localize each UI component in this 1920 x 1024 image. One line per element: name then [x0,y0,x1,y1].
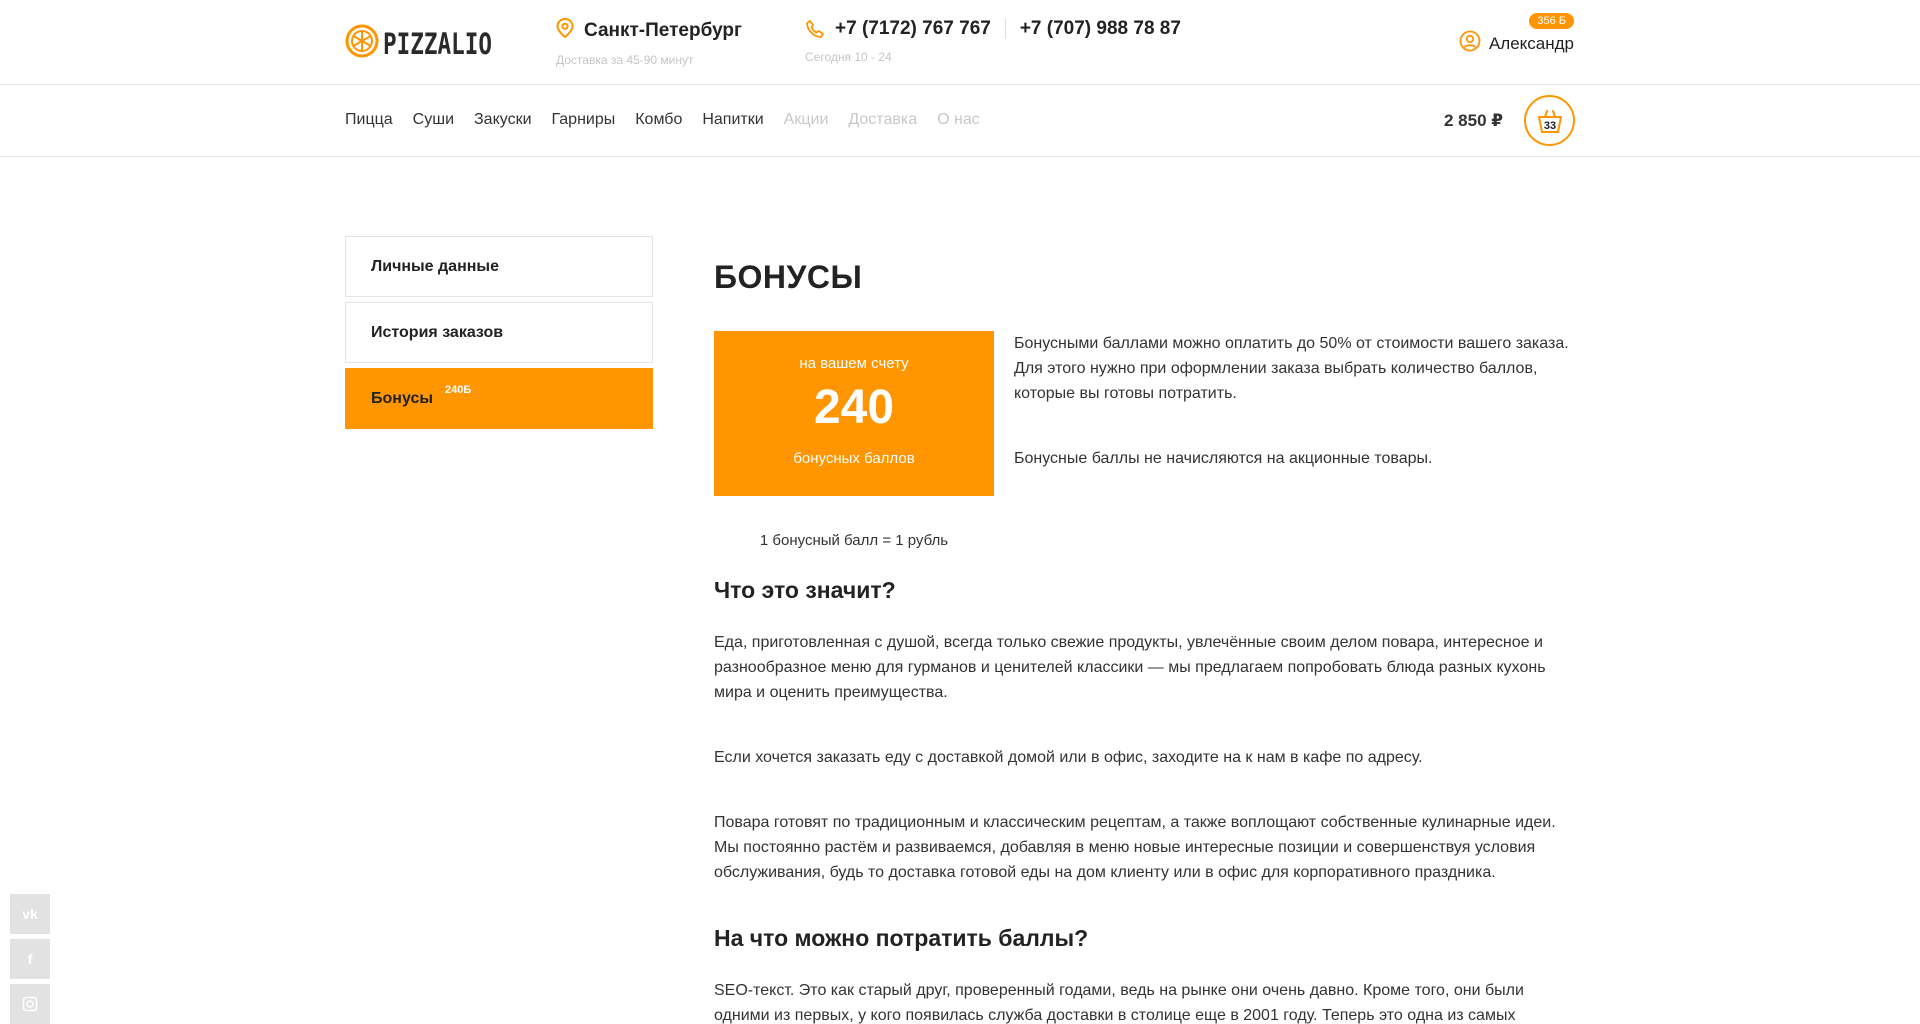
nav-item-pizza[interactable]: Пицца [345,111,393,129]
nav-menu: Пицца Суши Закуски Гарниры Комбо Напитки… [345,111,1000,129]
main-navigation: Пицца Суши Закуски Гарниры Комбо Напитки… [0,85,1920,157]
phones: +7 (7172) 767 767 +7 (707) 988 78 87 Сег… [805,18,1181,64]
user-icon [1459,30,1481,57]
basket-icon: 33 [1537,109,1562,133]
account-sidebar: Личные данные История заказов Бонусы 240… [345,236,653,434]
vk-icon-label: vk [22,906,38,922]
bonus-balance-card: на вашем счету 240 бонусных баллов [714,331,994,496]
sidebar-item-order-history[interactable]: История заказов [345,302,653,363]
page-title: БОНУСЫ [714,259,863,295]
user-points-badge: 356 Б [1529,13,1574,29]
paragraph: Повара готовят по традиционным и классич… [714,814,1556,881]
logo[interactable]: PIZZALIO [345,24,523,63]
paragraph: Если хочется заказать еду с доставкой до… [714,749,1423,766]
bonus-info: Бонусными баллами можно оплатить до 50% … [1014,331,1574,511]
nav-item-sushi[interactable]: Суши [413,111,454,129]
nav-item-sides[interactable]: Гарниры [552,111,616,129]
nav-item-about[interactable]: О нас [937,111,980,129]
logo-text: PIZZALIO [383,26,492,61]
bonus-exchange-rate: 1 бонусный балл = 1 рубль [759,532,949,549]
vk-icon[interactable]: vk [10,894,50,934]
cart-count: 33 [1543,120,1555,132]
facebook-icon[interactable]: f [10,939,50,979]
nav-item-promotions[interactable]: Акции [784,111,829,129]
nav-item-combo[interactable]: Комбо [635,111,682,129]
bonus-info-note: Бонусные баллы не начисляются на акционн… [1014,450,1433,467]
section-heading: На что можно потратить баллы? [714,925,1089,951]
city-selector[interactable]: Санкт-Петербург Доставка за 45-90 минут [556,17,742,67]
header-top: PIZZALIO Санкт-Петербург Доставка за 45-… [0,0,1920,85]
social-links: vk f [10,894,50,1024]
instagram-icon[interactable] [10,984,50,1024]
sidebar-item-personal-data[interactable]: Личные данные [345,236,653,297]
working-hours: Сегодня 10 - 24 [805,50,892,64]
bonus-balance-value: 240 [813,381,895,434]
sidebar-item-label: История заказов [371,323,504,341]
cart-button[interactable]: 33 [1524,95,1575,146]
sidebar-item-label: Бонусы [371,389,433,407]
pizza-logo-icon [345,24,379,63]
delivery-note: Доставка за 45-90 минут [556,53,694,67]
user-menu[interactable]: Александр [1459,30,1574,57]
sidebar-item-label: Личные данные [371,257,499,275]
phone-1[interactable]: +7 (7172) 767 767 [835,18,991,40]
paragraph: Еда, приготовленная с душой, всегда толь… [714,634,1546,701]
bonus-balance-unit: бонусных баллов [793,450,915,467]
main-content: БОНУСЫ на вашем счету 240 бонусных балло… [714,236,1574,1024]
bonus-info-text: Бонусными баллами можно оплатить до 50% … [1014,335,1569,402]
phone-divider [1004,19,1006,39]
facebook-icon-label: f [27,951,33,967]
bonus-summary: на вашем счету 240 бонусных баллов Бонус… [714,331,1574,511]
bonus-balance-caption: на вашем счету [799,355,909,372]
section-heading: Что это значит? [714,577,896,603]
sidebar-item-bonuses[interactable]: Бонусы 240Б [345,368,653,429]
nav-item-delivery[interactable]: Доставка [848,111,917,129]
seo-paragraph: SEO-текст. Это как старый друг, проверен… [714,982,1524,1024]
user-name[interactable]: Александр [1489,34,1574,54]
phone-icon [805,19,825,39]
phone-2[interactable]: +7 (707) 988 78 87 [1020,18,1181,40]
cart-total[interactable]: 2 850 ₽ [1444,111,1503,131]
city-name[interactable]: Санкт-Петербург [584,20,742,42]
bonus-badge: 240Б [445,383,472,396]
location-pin-icon [556,17,574,43]
instagram-glyph [22,996,38,1012]
nav-item-drinks[interactable]: Напитки [702,111,763,129]
nav-item-snacks[interactable]: Закуски [474,111,532,129]
